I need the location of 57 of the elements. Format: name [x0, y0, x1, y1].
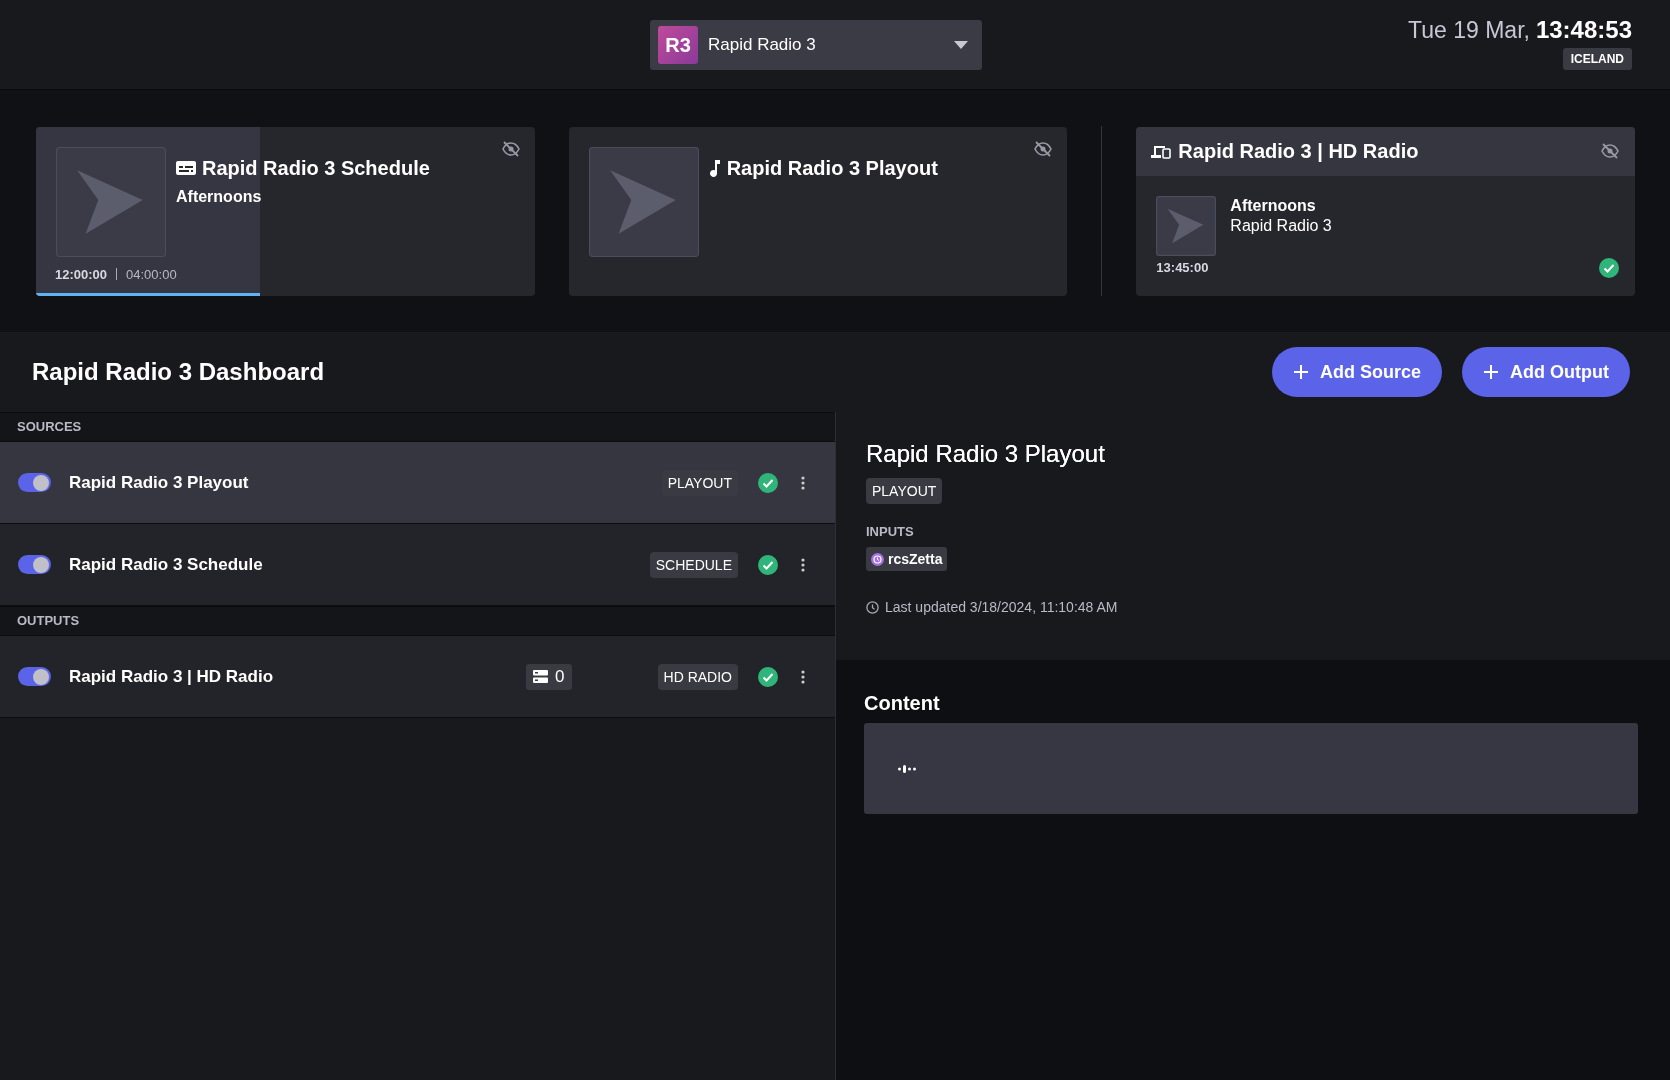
play-logo-icon: [588, 146, 699, 257]
plus-icon: [1484, 365, 1499, 379]
loading-icon: [898, 764, 918, 773]
item-name: Rapid Radio 3 | HD Radio: [69, 666, 275, 687]
station-dropdown[interactable]: R3 Rapid Radio 3: [650, 20, 982, 70]
play-logo-icon: [56, 146, 166, 257]
plus-icon: [1294, 365, 1308, 379]
eye-slash-icon[interactable]: [1034, 140, 1053, 157]
dashboard-title: Rapid Radio 3 Dashboard: [32, 358, 325, 386]
duration-time: 04:00:00: [126, 266, 177, 282]
start-time: 13:45:00: [1156, 260, 1209, 275]
type-tag: SCHEDULE: [649, 551, 738, 578]
eye-slash-icon[interactable]: [1601, 143, 1619, 159]
date-text: Tue 19 Mar,: [1408, 17, 1530, 44]
devices-icon: [1151, 143, 1172, 159]
show-name: Afternoons: [1230, 196, 1317, 215]
more-vertical-icon[interactable]: [801, 669, 805, 684]
last-updated-text: Last updated 3/18/2024, 11:10:48 AM: [885, 599, 1118, 615]
region-badge: ICELAND: [1562, 48, 1632, 70]
clock-time: 13:48:53: [1535, 16, 1632, 44]
music-note-icon: [708, 159, 721, 177]
section-header: OUTPUTS: [0, 606, 835, 636]
count-text: 0: [555, 666, 565, 687]
show-name: Afternoons: [176, 187, 263, 206]
item-name: Rapid Radio 3 Schedule: [69, 554, 264, 575]
station-name: Rapid Radio 3: [1230, 216, 1332, 235]
start-time: 12:00:00: [55, 266, 108, 282]
eye-slash-icon[interactable]: [501, 140, 520, 157]
add-button[interactable]: Add Source: [1272, 347, 1443, 397]
section-header: SOURCES: [0, 412, 835, 442]
more-vertical-icon[interactable]: [801, 475, 805, 490]
clock-icon: [866, 600, 879, 614]
toggle-switch[interactable]: [18, 667, 51, 686]
type-tag: PLAYOUT: [866, 478, 943, 504]
list-row[interactable]: Rapid Radio 3 Playout PLAYOUT: [0, 442, 835, 524]
type-tag: PLAYOUT: [661, 469, 738, 496]
card-title: Rapid Radio 3 | HD Radio: [1178, 139, 1420, 163]
content-heading: Content: [864, 692, 941, 715]
toggle-switch[interactable]: [18, 555, 51, 574]
add-button[interactable]: Add Output: [1462, 347, 1630, 397]
card-title: Rapid Radio 3 Playout: [726, 156, 938, 180]
list-row[interactable]: Rapid Radio 3 | HD Radio 0 HD RADIO: [0, 636, 835, 718]
list-row[interactable]: Rapid Radio 3 Schedule SCHEDULE: [0, 524, 835, 606]
detail-title: Rapid Radio 3 Playout: [866, 440, 1106, 468]
card-title: Rapid Radio 3 Schedule: [202, 156, 430, 180]
more-vertical-icon[interactable]: [801, 557, 805, 572]
inputs-label: INPUTS: [866, 524, 915, 539]
clock-icon: [871, 552, 884, 566]
toggle-switch[interactable]: [18, 473, 51, 492]
caret-icon: [954, 41, 968, 49]
item-name: Rapid Radio 3 Playout: [69, 472, 250, 493]
server-icon: [533, 670, 549, 683]
subtitles-icon: [176, 160, 196, 176]
type-tag: HD RADIO: [657, 663, 738, 690]
station-logo: R3: [658, 26, 698, 64]
input-name: rcsZetta: [888, 551, 943, 567]
play-logo-icon: [1156, 195, 1217, 256]
